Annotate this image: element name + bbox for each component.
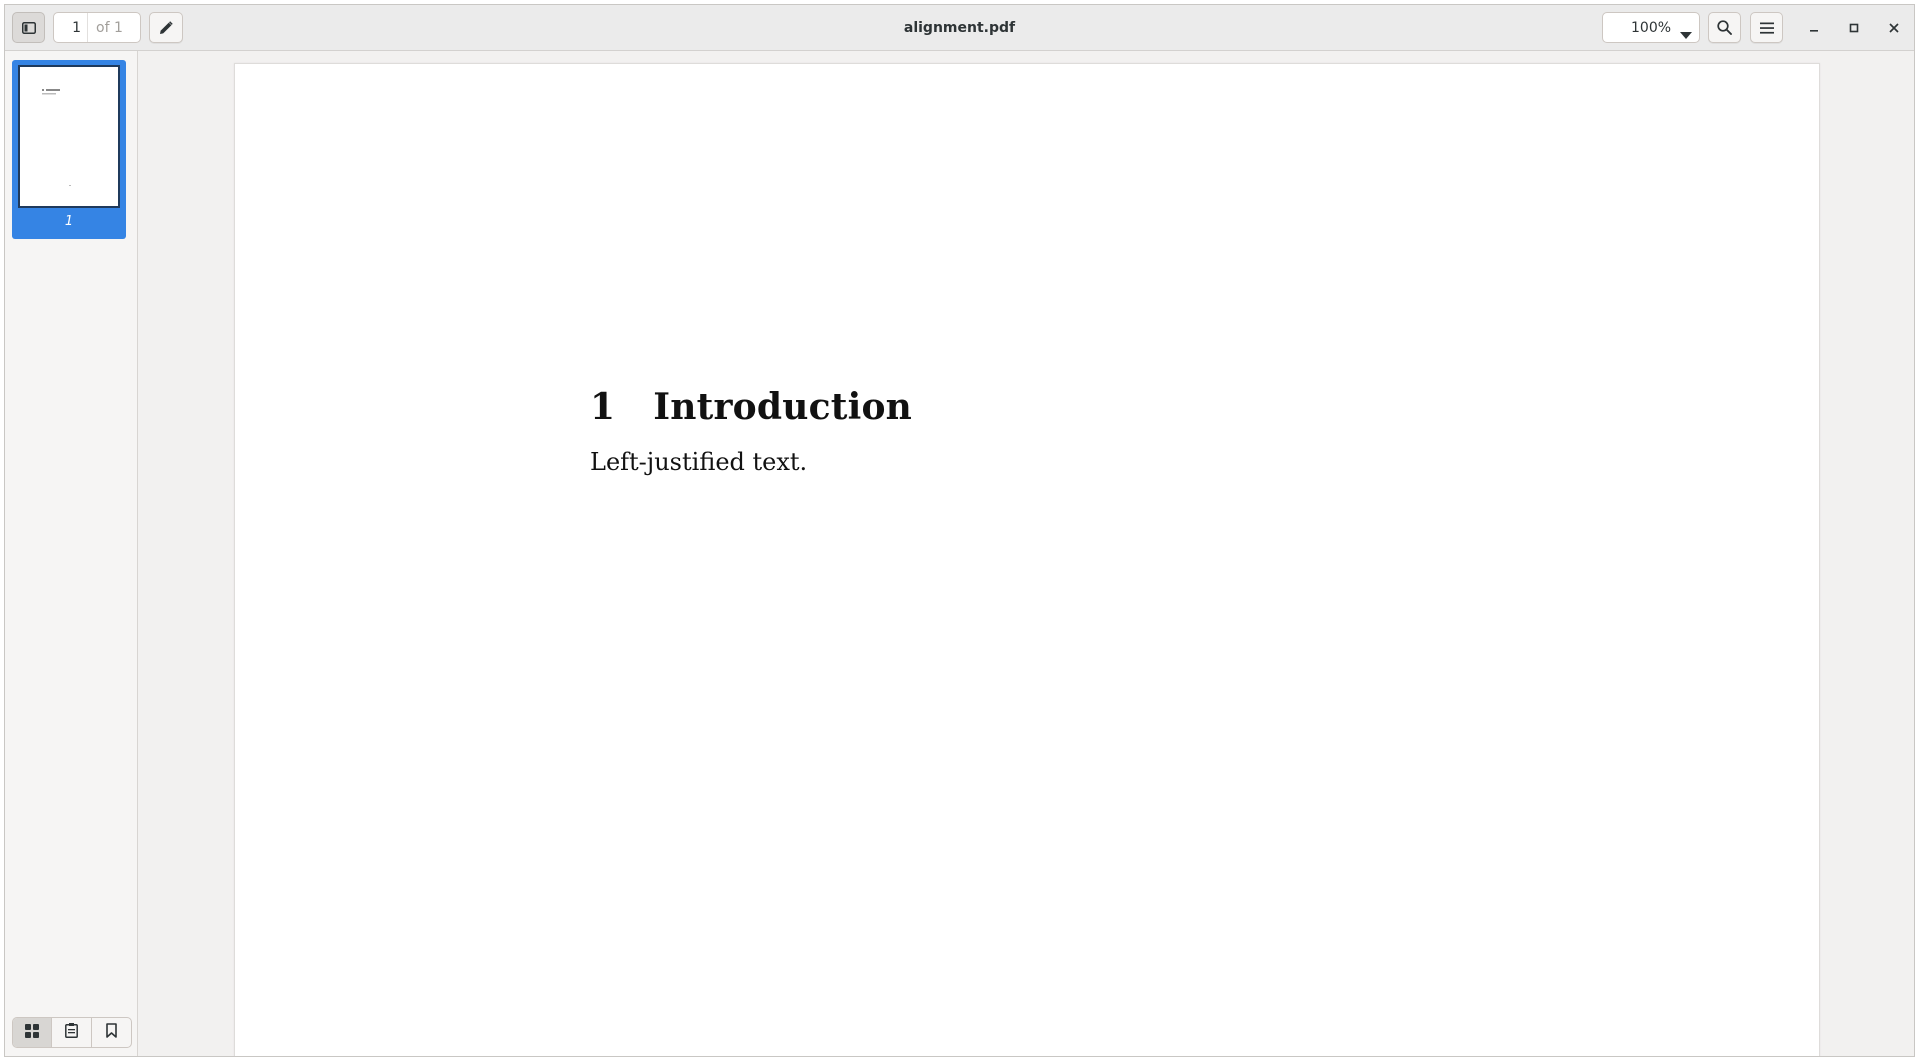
pencil-icon bbox=[159, 20, 173, 35]
minimize-button[interactable] bbox=[1801, 15, 1826, 40]
annotations-icon bbox=[65, 1023, 78, 1042]
chevron-down-icon bbox=[1680, 24, 1692, 43]
page-number-entry[interactable]: 1 of 1 bbox=[53, 12, 141, 43]
zoom-selector[interactable]: 100% bbox=[1602, 12, 1700, 43]
sidebar: 1 bbox=[5, 51, 138, 1056]
tab-thumbnails[interactable] bbox=[13, 1018, 53, 1047]
document-view[interactable]: 1 Introduction Left-justified text. bbox=[138, 51, 1914, 1056]
thumbnail-page-label: 1 bbox=[64, 214, 74, 229]
sidebar-toggle-button[interactable] bbox=[12, 12, 45, 43]
hamburger-menu-icon bbox=[1759, 22, 1774, 34]
section-title: Introduction bbox=[653, 386, 913, 428]
thumbnail-content bbox=[42, 89, 71, 186]
page-total-label: of 1 bbox=[96, 19, 123, 36]
tab-annotations[interactable] bbox=[52, 1018, 92, 1047]
section-heading: 1 Introduction bbox=[590, 386, 912, 428]
search-icon bbox=[1717, 20, 1732, 35]
document-page: 1 Introduction Left-justified text. bbox=[234, 63, 1820, 1056]
thumbnail-preview bbox=[18, 65, 120, 208]
header-bar: 1 of 1 alignment.pdf 100% bbox=[5, 5, 1914, 51]
page-thumbnail[interactable]: 1 bbox=[12, 60, 126, 239]
document-viewer-window: 1 of 1 alignment.pdf 100% 1 1 Introducti… bbox=[4, 4, 1915, 1057]
main-menu-button[interactable] bbox=[1750, 12, 1783, 43]
maximize-button[interactable] bbox=[1841, 15, 1866, 40]
close-button[interactable] bbox=[1881, 15, 1906, 40]
tab-bookmarks[interactable] bbox=[92, 1018, 131, 1047]
body-text: Left-justified text. bbox=[590, 448, 808, 476]
zoom-value: 100% bbox=[1631, 19, 1672, 36]
maximize-icon bbox=[1849, 18, 1859, 37]
current-page-input[interactable]: 1 bbox=[54, 13, 88, 42]
thumbnails-icon bbox=[25, 1023, 40, 1042]
sidebar-tabs bbox=[12, 1017, 132, 1048]
sidebar-toggle-icon bbox=[21, 21, 36, 34]
annotate-button[interactable] bbox=[149, 12, 183, 43]
search-button[interactable] bbox=[1708, 12, 1741, 43]
minimize-icon bbox=[1809, 18, 1819, 37]
bookmarks-icon bbox=[106, 1023, 117, 1042]
section-number: 1 bbox=[590, 386, 616, 428]
close-icon bbox=[1888, 18, 1899, 37]
